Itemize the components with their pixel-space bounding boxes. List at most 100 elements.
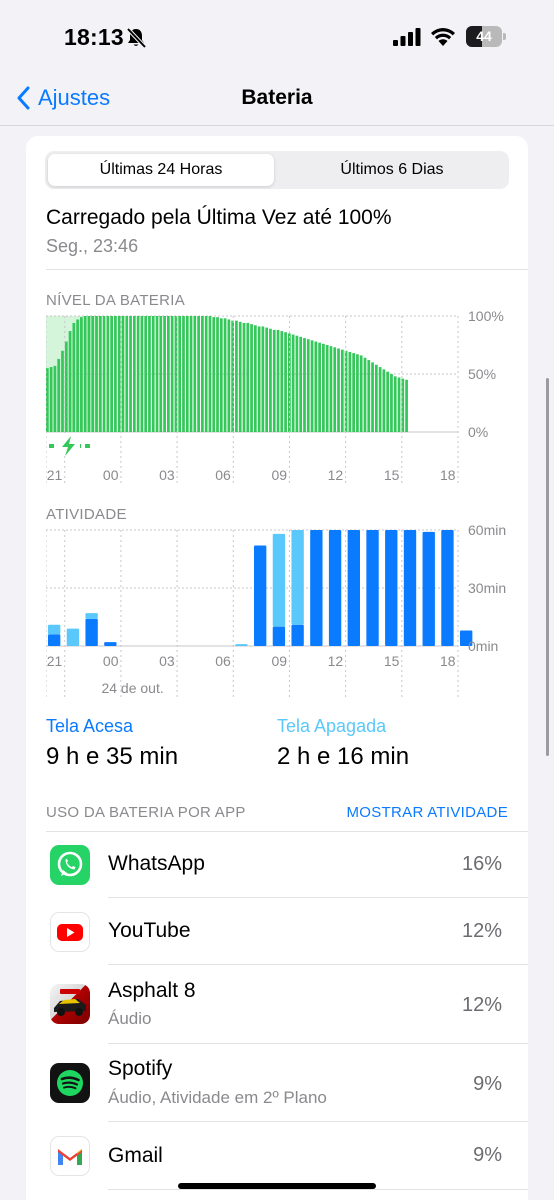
bell-slash-icon [125, 27, 147, 54]
battery-bar [83, 316, 87, 432]
activity-chart: 21 00 03 06 09 12 15 18 24 de out. 60min 30min 0min [46, 522, 506, 700]
app-percent: 9% [473, 1144, 502, 1166]
x-tick-label: 12 [328, 467, 344, 483]
screen-on-bar [403, 530, 417, 646]
navigation-bar: Ajustes Bateria [0, 76, 554, 126]
page-title: Bateria [241, 86, 313, 109]
battery-bar [363, 357, 367, 432]
battery-icon: 44 [466, 26, 506, 47]
app-row-gmail[interactable]: Gmail 9% [26, 1122, 528, 1190]
battery-bar [242, 322, 246, 432]
battery-bar [322, 343, 325, 432]
wifi-icon [430, 26, 456, 51]
x-tick-label: 03 [159, 653, 175, 669]
status-bar: 18:13 44 [0, 0, 554, 76]
divider [46, 269, 528, 270]
screen-on-summary: Tela Acesa 9 h e 35 min [46, 716, 178, 771]
x-tick-label: 09 [271, 467, 287, 483]
x-tick-label: 15 [384, 653, 400, 669]
segment-last-24-hours[interactable]: Últimas 24 Horas [48, 154, 274, 186]
battery-bar [318, 342, 321, 432]
battery-bar [356, 354, 359, 432]
battery-bar [405, 379, 408, 432]
battery-bar [170, 316, 174, 432]
x-tick-label: 03 [159, 467, 175, 483]
screen-off-bar [272, 533, 286, 627]
battery-bar [163, 316, 166, 432]
usage-title: USO DA BATERIA POR APP [46, 804, 246, 821]
app-name: Asphalt 8 [108, 979, 196, 1002]
screen-on-bar [272, 626, 286, 646]
battery-bar [129, 316, 132, 432]
screen-on-bar [104, 642, 117, 646]
battery-bar [114, 316, 117, 432]
show-activity-button[interactable]: MOSTRAR ATIVIDADE [346, 804, 508, 821]
screen-on-bar [441, 530, 454, 646]
home-indicator[interactable] [178, 1183, 376, 1189]
battery-bar [325, 345, 329, 432]
battery-bar [140, 316, 144, 432]
battery-bar [371, 362, 374, 432]
last-charge-title: Carregado pela Última Vez até 100% [46, 206, 392, 229]
battery-bar [390, 374, 393, 432]
battery-bar [95, 316, 98, 432]
battery-card: Últimas 24 Horas Últimos 6 Dias Carregad… [26, 136, 528, 1200]
battery-bar [155, 316, 159, 432]
battery-bar [185, 316, 189, 432]
app-row-youtube[interactable]: YouTube 12% [26, 898, 528, 965]
battery-bar [340, 349, 344, 432]
x-tick-label: 21 [47, 653, 63, 669]
app-percent: 16% [461, 853, 502, 875]
screen-on-bar [366, 530, 379, 646]
battery-bar [386, 371, 390, 432]
y-tick-label: 0min [468, 638, 498, 654]
x-tick-label: 09 [271, 653, 287, 669]
y-tick-label: 30min [468, 580, 506, 596]
battery-bar [223, 318, 227, 432]
battery-bar [367, 360, 371, 432]
battery-bar [87, 316, 91, 432]
segment-last-6-days[interactable]: Últimos 6 Dias [278, 154, 506, 186]
scrollbar[interactable] [546, 378, 549, 756]
battery-bar [197, 316, 200, 432]
asphalt-icon [50, 984, 90, 1024]
battery-bar [272, 329, 276, 432]
x-tick-label: 12 [328, 653, 344, 669]
screen-off-label: Tela Apagada [277, 716, 387, 736]
app-row-spotify[interactable]: Spotify Áudio, Atividade em 2º Plano 9% [26, 1044, 528, 1122]
battery-level-section-label: NÍVEL DA BATERIA [46, 292, 186, 309]
battery-bar [352, 353, 355, 432]
screen-on-bar [422, 531, 435, 646]
app-row-asphalt-8[interactable]: Asphalt 8 Áudio 12% [26, 965, 528, 1044]
battery-bar [382, 369, 386, 432]
battery-bar [182, 316, 185, 432]
battery-bar [57, 358, 61, 432]
screen-off-value: 2 h e 16 min [277, 743, 410, 770]
battery-bar [204, 316, 208, 432]
battery-bar [257, 326, 261, 432]
app-percent: 12% [461, 994, 502, 1016]
battery-bar [110, 316, 113, 432]
battery-bar [310, 340, 314, 432]
row-separator [108, 1189, 528, 1190]
battery-bar [80, 317, 83, 432]
battery-bar [76, 319, 79, 432]
y-tick-label: 100% [468, 310, 504, 324]
screen-on-bar [347, 530, 360, 646]
battery-bar [151, 316, 155, 432]
x-tick-label: 06 [215, 467, 231, 483]
screen-on-bar [48, 634, 61, 646]
battery-bar [216, 317, 219, 432]
battery-bar [178, 316, 182, 432]
battery-bar [280, 331, 284, 432]
app-name: WhatsApp [108, 852, 205, 875]
app-name: YouTube [108, 919, 191, 942]
youtube-icon [50, 912, 90, 952]
screen-on-bar [254, 545, 267, 646]
app-subtitle: Áudio [108, 1009, 152, 1028]
battery-bar [208, 316, 212, 432]
battery-level-chart: 21 00 03 06 09 12 15 18 100% 50% 0% [46, 310, 504, 486]
screen-off-bar [48, 624, 61, 635]
battery-bar [329, 346, 333, 432]
app-row-whatsapp[interactable]: WhatsApp 16% [26, 832, 528, 898]
